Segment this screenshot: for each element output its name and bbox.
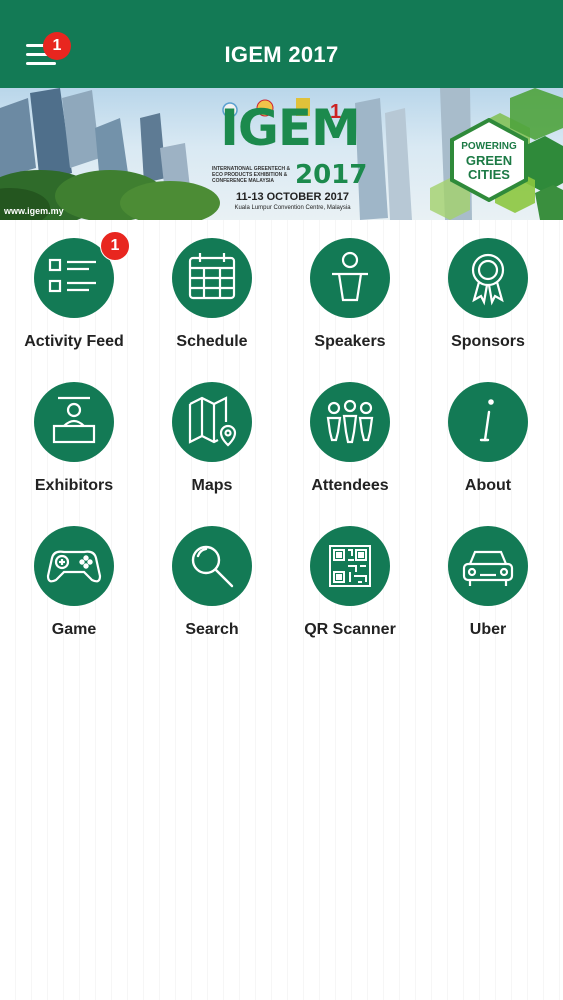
map-pin-icon (188, 396, 237, 447)
exhibitor-booth-icon (52, 396, 96, 444)
tile-label: Sponsors (451, 333, 525, 350)
activity-feed-badge: 1 (100, 231, 130, 261)
about-circle (448, 382, 528, 462)
tile-label: Uber (469, 621, 507, 638)
tile-search[interactable]: Search (143, 510, 281, 654)
calendar-icon (188, 253, 236, 300)
tile-label: Attendees (311, 477, 389, 494)
page-title: IGEM 2017 (224, 42, 339, 67)
tile-maps[interactable]: Maps (143, 366, 281, 510)
tile-label: Speakers (314, 333, 386, 350)
tile-speakers[interactable]: Speakers (281, 222, 419, 366)
tile-about[interactable]: About (419, 366, 557, 510)
tile-sponsors[interactable]: Sponsors (419, 222, 557, 366)
tile-label: About (464, 477, 512, 494)
badge-tagline-line-1: POWERING (461, 141, 517, 152)
tile-label: QR Scanner (304, 621, 396, 638)
tile-label: Schedule (176, 333, 248, 350)
exhibitors-circle (34, 382, 114, 462)
speaker-podium-icon (332, 251, 368, 302)
tile-uber[interactable]: Uber (419, 510, 557, 654)
search-circle (172, 526, 252, 606)
game-circle (34, 526, 114, 606)
qr-code-icon (329, 545, 371, 587)
badge-tagline-line-3: CITIES (468, 167, 510, 182)
tile-label: Activity Feed (24, 333, 124, 350)
tile-qr-scanner[interactable]: QR Scanner (281, 510, 419, 654)
app-header: 1 IGEM 2017 (0, 0, 563, 88)
car-icon (462, 550, 514, 586)
attendees-circle (310, 382, 390, 462)
info-icon (479, 399, 494, 442)
banner-url-text: www.igem.my (4, 206, 64, 216)
magnifier-icon (191, 545, 234, 588)
qr-scanner-circle (310, 526, 390, 606)
tile-schedule[interactable]: Schedule (143, 222, 281, 366)
tile-label: Exhibitors (34, 477, 114, 494)
uber-circle (448, 526, 528, 606)
sponsors-circle (448, 238, 528, 318)
banner-event-subtitle: INTERNATIONAL GREENTECH & ECO PRODUCTS E… (212, 166, 291, 184)
speakers-circle (310, 238, 390, 318)
maps-circle (172, 382, 252, 462)
tile-exhibitors[interactable]: Exhibitors (5, 366, 143, 510)
gamepad-icon (46, 550, 102, 583)
badge-tagline-line-2: GREEN (465, 153, 513, 168)
tile-activity-feed[interactable]: 1 Activity Feed (5, 222, 143, 366)
tile-label: Maps (191, 477, 233, 494)
tile-label: Search (185, 621, 239, 638)
schedule-circle (172, 238, 252, 318)
tile-attendees[interactable]: Attendees (281, 366, 419, 510)
tile-label: Game (51, 621, 97, 638)
banner-event-venue: Kuala Lumpur Convention Centre, Malaysia (234, 205, 351, 211)
banner-event-dates: 11-13 OCTOBER 2017 (236, 191, 349, 203)
banner-event-logo: IGEM (220, 99, 361, 157)
badge-tagline: POWERING GREEN CITIES (452, 140, 526, 182)
banner-event-year: 2017 (295, 160, 368, 190)
people-group-icon (326, 399, 374, 444)
award-ribbon-icon (471, 253, 505, 306)
tile-game[interactable]: Game (5, 510, 143, 654)
